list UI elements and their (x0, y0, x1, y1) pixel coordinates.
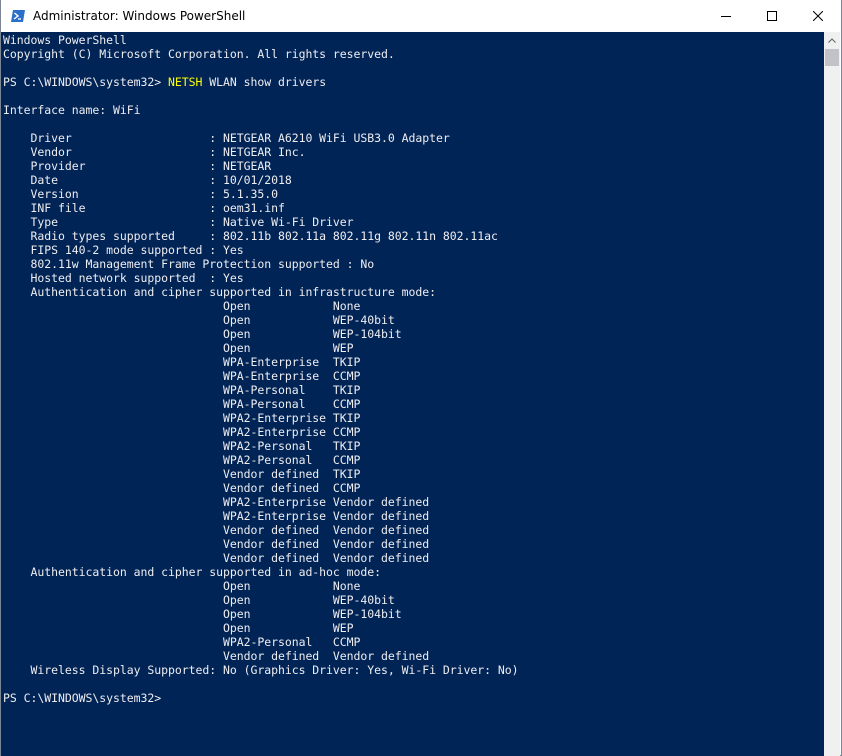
close-icon (813, 11, 823, 21)
driver-detail-line: WPA-Enterprise CCMP (3, 369, 361, 383)
title-bar[interactable]: Administrator: Windows PowerShell (1, 0, 841, 32)
driver-detail-line: Type : Native Wi-Fi Driver (3, 215, 354, 229)
driver-detail-line: WPA-Personal CCMP (3, 397, 361, 411)
powershell-window: Administrator: Windows PowerShell Window… (0, 0, 842, 756)
command-name: NETSH (167, 75, 203, 89)
driver-detail-line: Driver : NETGEAR A6210 WiFi USB3.0 Adapt… (3, 131, 450, 145)
vertical-scrollbar[interactable] (824, 32, 840, 756)
driver-detail-line: Radio types supported : 802.11b 802.11a … (3, 229, 498, 243)
driver-detail-line: Open WEP (3, 621, 354, 635)
driver-detail-line: Vendor defined Vendor defined (3, 551, 430, 565)
window-title: Administrator: Windows PowerShell (33, 9, 246, 23)
scrollbar-thumb[interactable] (825, 49, 839, 66)
driver-detail-line: WPA2-Enterprise Vendor defined (3, 509, 430, 523)
command-args: WLAN show drivers (202, 75, 327, 89)
driver-detail-line: Open None (3, 299, 361, 313)
driver-detail-line: Open WEP-40bit (3, 313, 395, 327)
minimize-icon (721, 16, 731, 17)
driver-detail-line: WPA2-Enterprise TKIP (3, 411, 361, 425)
close-button[interactable] (795, 0, 841, 32)
driver-detail-line: Open WEP (3, 341, 354, 355)
driver-detail-line: Version : 5.1.35.0 (3, 187, 278, 201)
driver-detail-line: Authentication and cipher supported in a… (3, 565, 382, 579)
banner-line: Windows PowerShell (3, 33, 127, 47)
driver-detail-line: Open WEP-104bit (3, 607, 402, 621)
driver-detail-line: WPA2-Enterprise Vendor defined (3, 495, 430, 509)
driver-detail-line: Vendor : NETGEAR Inc. (3, 145, 306, 159)
prompt-line: PS C:\WINDOWS\system32> (3, 691, 162, 705)
driver-detail-line: Provider : NETGEAR (3, 159, 272, 173)
driver-detail-line: Vendor defined CCMP (3, 481, 361, 495)
driver-detail-line: Hosted network supported : Yes (3, 271, 244, 285)
driver-details: Driver : NETGEAR A6210 WiFi USB3.0 Adapt… (3, 131, 826, 677)
minimize-button[interactable] (703, 0, 749, 32)
driver-detail-line: WPA-Enterprise TKIP (3, 355, 361, 369)
driver-detail-line: Wireless Display Supported: No (Graphics… (3, 663, 519, 677)
driver-detail-line: WPA2-Enterprise CCMP (3, 425, 361, 439)
driver-detail-line: Vendor defined Vendor defined (3, 649, 430, 663)
console-text: Windows PowerShell Copyright (C) Microsof… (1, 32, 826, 705)
maximize-button[interactable] (749, 0, 795, 32)
driver-detail-line: Open None (3, 579, 361, 593)
scroll-up-button[interactable] (824, 32, 840, 49)
driver-detail-line: FIPS 140-2 mode supported : Yes (3, 243, 244, 257)
copyright-line: Copyright (C) Microsoft Corporation. All… (3, 47, 395, 61)
command-line: PS C:\WINDOWS\system32> NETSH WLAN show … (3, 75, 826, 89)
driver-detail-line: WPA2-Personal TKIP (3, 439, 361, 453)
interface-line: Interface name: WiFi (3, 103, 141, 117)
driver-detail-line: WPA2-Personal CCMP (3, 635, 361, 649)
driver-detail-line: Open WEP-40bit (3, 593, 395, 607)
driver-detail-line: Date : 10/01/2018 (3, 173, 292, 187)
maximize-icon (767, 11, 777, 21)
caption-buttons (703, 0, 841, 32)
powershell-icon[interactable] (10, 8, 26, 24)
driver-detail-line: INF file : oem31.inf (3, 201, 285, 215)
console-output-area[interactable]: Windows PowerShell Copyright (C) Microsof… (1, 32, 826, 756)
driver-detail-line: WPA2-Personal CCMP (3, 453, 361, 467)
driver-detail-line: Vendor defined Vendor defined (3, 523, 430, 537)
driver-detail-line: Authentication and cipher supported in i… (3, 285, 437, 299)
driver-detail-line: WPA-Personal TKIP (3, 383, 361, 397)
scroll-up-arrow-icon (828, 38, 836, 43)
driver-detail-line: Vendor defined Vendor defined (3, 537, 430, 551)
driver-detail-line: Open WEP-104bit (3, 327, 402, 341)
driver-detail-line: Vendor defined TKIP (3, 467, 361, 481)
driver-detail-line: 802.11w Management Frame Protection supp… (3, 257, 375, 271)
prompt-text: PS C:\WINDOWS\system32> (3, 75, 168, 89)
